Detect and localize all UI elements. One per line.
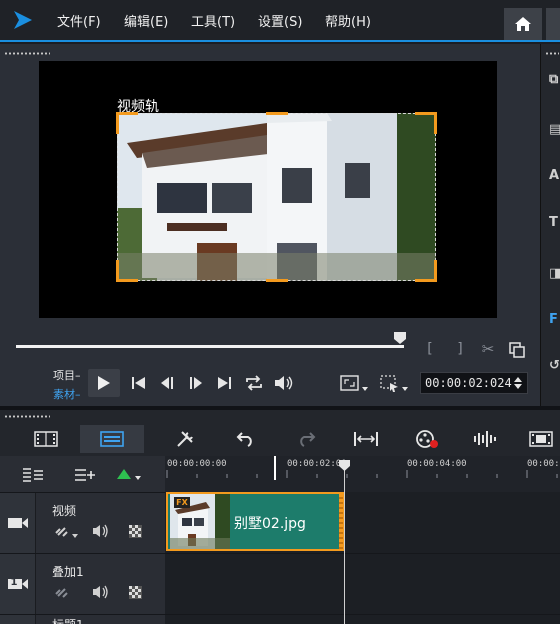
mark-out-icon[interactable]: ] [454,341,466,357]
display-mode-dropdown[interactable] [380,375,410,393]
home-icon [515,17,531,31]
fit-project-button[interactable] [350,425,382,453]
fx-badge[interactable]: FX [174,497,190,508]
video-track-icon-cell [0,493,36,553]
go-to-start-icon[interactable] [131,376,146,390]
track-row-overlay[interactable]: 1 叠加1 [0,553,165,614]
preview-track-label: 视频轨 [117,99,159,115]
redo-button[interactable] [292,425,320,453]
film-strip-icon [34,431,58,447]
graphics-icon[interactable]: ◨ [549,266,560,281]
ruler-tick-label: 00:00:04:00 [407,459,467,469]
film-trim-icon [529,431,553,447]
track-transparency-icon[interactable] [129,525,142,538]
ruler-tick-label: 00:00:00:00 [167,459,227,469]
instant-project-icon[interactable]: ▤ [549,122,560,137]
timecode-spinner-icon[interactable] [513,376,523,390]
clip-name: 别墅02.jpg [234,516,306,532]
link-dropdown-icon[interactable] [54,524,80,540]
path-icon[interactable]: ↺ [549,358,560,373]
ripple-edit-dropdown[interactable] [116,468,142,482]
track-name-title: 标题1 [52,616,84,624]
volume-icon[interactable] [274,375,294,391]
tools-button[interactable] [172,425,200,453]
scrubber-thumb[interactable] [393,331,407,345]
undo-icon [236,432,252,447]
timecode-display[interactable]: 00:00:02:024 [420,372,528,394]
playhead-marker[interactable] [338,459,351,472]
overlay-link-icon[interactable] [54,585,70,601]
wrench-icon [177,431,193,447]
menu-edit[interactable]: 编辑(E) [124,11,168,30]
menu-settings[interactable]: 设置(S) [258,11,302,30]
timeline-clip-villa[interactable]: FX 别墅02.jpg [166,492,345,551]
playback-scrubber-track[interactable] [16,345,404,348]
overlay-track-number: 1 [10,577,18,588]
window-control-stub[interactable] [546,8,560,40]
transition-icon[interactable]: A [549,168,560,183]
overlay-track-icon-cell: 1 [0,554,36,614]
redo-icon [300,432,316,447]
add-remove-chapter-icon[interactable] [74,467,96,483]
storyboard-view-button[interactable] [28,425,64,453]
undo-button[interactable] [232,425,260,453]
mode-project-toggle[interactable]: 项目– [53,367,81,383]
overlay-volume-icon[interactable] [92,585,110,599]
music-wave-icon [474,431,496,447]
menu-file[interactable]: 文件(F) [57,11,101,30]
timecode-value: 00:00:02:024 [425,376,512,390]
split-clip-icon[interactable]: ✂ [479,340,497,358]
track-name-overlay: 叠加1 [52,565,84,579]
snapshot-icon[interactable] [509,342,525,358]
menu-help[interactable]: 帮助(H) [325,11,371,30]
clip-trim-handle[interactable] [339,494,343,549]
play-icon [98,376,110,390]
video-camera-icon [7,518,28,528]
library-sidebar: ⧉ ▤ A T ◨ F ↺ [540,44,560,406]
track-row-video[interactable]: 视频 [0,492,165,553]
mark-in-icon[interactable]: [ [424,341,436,357]
timeline-view-button[interactable] [80,425,144,453]
aspect-ratio-dropdown[interactable] [340,375,370,393]
track-row-title[interactable]: 标题1 [0,614,165,624]
preview-panel-grip[interactable] [4,52,50,55]
playhead-line[interactable] [344,462,345,624]
film-reel-record-icon [416,430,438,448]
multi-trim-button[interactable] [526,425,556,453]
track-manager-icon[interactable] [22,467,44,483]
ruler-tick-label: 00:00:06:00 [527,459,560,469]
home-button[interactable] [504,8,542,40]
media-icon[interactable]: ⧉ [549,72,560,87]
timeline-panel-grip[interactable] [4,415,50,418]
track-name-video: 视频 [52,504,77,518]
timeline-view-icon [100,431,124,447]
previous-frame-icon[interactable] [160,376,176,390]
overlay-camera-icon: 1 [7,577,29,591]
next-frame-icon[interactable] [187,376,203,390]
filter-icon[interactable]: F [549,312,560,327]
go-to-end-icon[interactable] [217,376,232,390]
preview-selection-frame[interactable] [116,112,437,282]
mode-clip-toggle[interactable]: 素材– [53,386,81,402]
fit-width-icon [354,432,378,446]
overlay-transparency-icon[interactable] [129,586,142,599]
repeat-icon[interactable] [244,375,264,391]
timeline-cursor [274,456,276,480]
title-icon[interactable]: T [549,215,560,230]
record-capture-button[interactable] [412,425,442,453]
app-logo-icon [14,11,32,29]
auto-music-button[interactable] [470,425,500,453]
play-button[interactable] [88,369,120,397]
title-track-icon-cell [0,615,36,624]
track-volume-icon[interactable] [92,524,110,538]
menu-tools[interactable]: 工具(T) [191,11,235,30]
